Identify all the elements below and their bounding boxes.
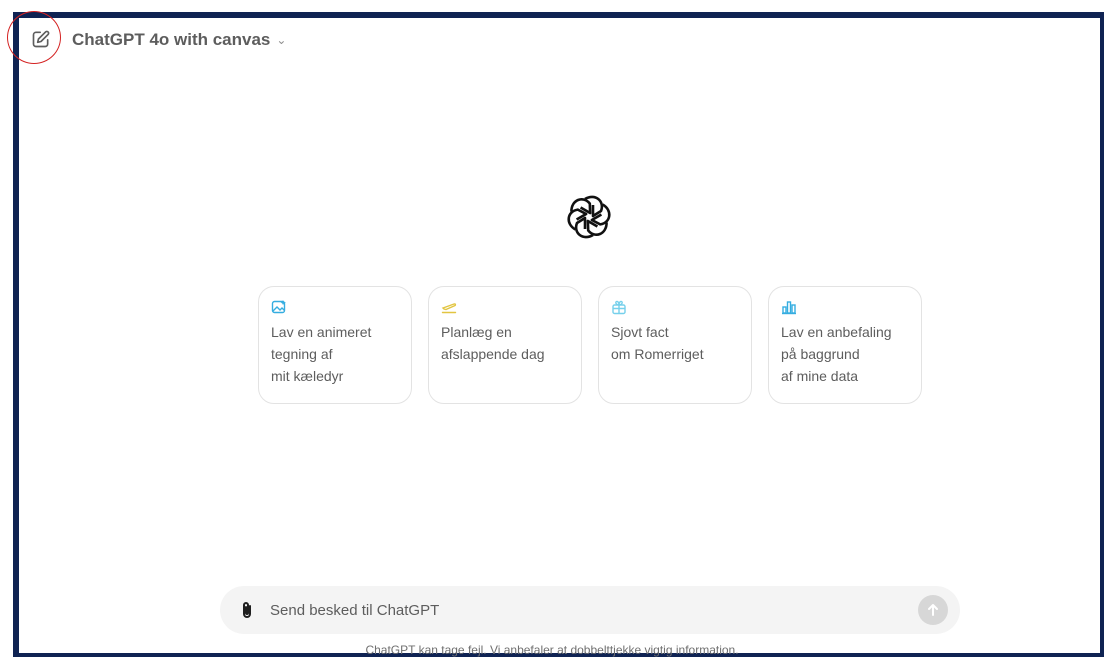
- suggestion-card[interactable]: Lav en animeret tegning af mit kæledyr: [258, 286, 412, 404]
- bar-chart-icon: [782, 301, 796, 315]
- model-selector[interactable]: ChatGPT 4o with canvas ⌄: [72, 27, 286, 53]
- suggestion-cards: Lav en animeret tegning af mit kæledyr P…: [258, 286, 922, 404]
- message-composer: [220, 586, 960, 634]
- suggestion-text: Planlæg en afslappende dag: [441, 324, 545, 362]
- paperclip-icon[interactable]: [238, 600, 256, 620]
- send-button[interactable]: [918, 595, 948, 625]
- suggestion-text: Lav en animeret tegning af mit kæledyr: [271, 324, 372, 384]
- disclaimer-text: ChatGPT kan tage fejl. Vi anbefaler at d…: [365, 643, 739, 657]
- arrow-up-icon: [928, 604, 938, 616]
- suggestion-card[interactable]: Lav en anbefaling på baggrund af mine da…: [768, 286, 922, 404]
- suggestion-card[interactable]: Sjovt fact om Romerriget: [598, 286, 752, 404]
- window-frame-right: [1100, 12, 1104, 657]
- message-input[interactable]: [268, 600, 918, 620]
- new-chat-button[interactable]: [28, 26, 54, 52]
- image-icon: [271, 300, 286, 314]
- suggestion-text: Lav en anbefaling på baggrund af mine da…: [781, 324, 892, 384]
- airplane-icon: [441, 303, 457, 314]
- model-name: ChatGPT 4o with canvas: [72, 30, 271, 49]
- gift-icon: [612, 300, 626, 315]
- openai-logo-icon: [564, 194, 614, 240]
- suggestion-card[interactable]: Planlæg en afslappende dag: [428, 286, 582, 404]
- edit-icon: [32, 30, 50, 48]
- suggestion-text: Sjovt fact om Romerriget: [611, 324, 704, 362]
- chevron-down-icon: ⌄: [276, 33, 287, 47]
